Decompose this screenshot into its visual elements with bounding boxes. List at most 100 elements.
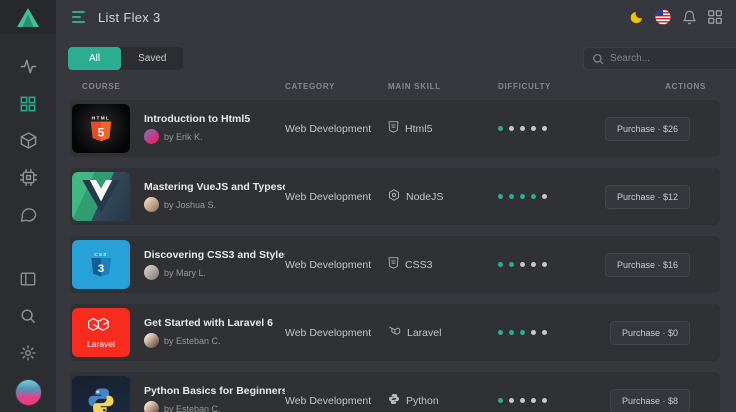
dark-mode-moon-icon[interactable] [629, 9, 645, 25]
difficulty-dot [498, 330, 503, 335]
search-icon [593, 53, 604, 64]
laravel-icon [388, 324, 401, 342]
triangle-logo-icon [17, 7, 39, 27]
difficulty-dot [542, 330, 547, 335]
sidebar-item-activity[interactable] [10, 48, 46, 85]
difficulty-cell [498, 194, 605, 199]
sidebar-item-system[interactable] [10, 159, 46, 196]
app-logo[interactable] [0, 0, 56, 34]
difficulty-dot [509, 126, 514, 131]
course-cell: HTML 5 Introduction to Html5 by Erik K. [70, 104, 285, 153]
column-header-difficulty: DIFFICULTY [498, 82, 552, 91]
category-cell: Web Development [285, 190, 372, 203]
difficulty-dot [498, 398, 503, 403]
author-name: by Erik K. [164, 131, 203, 142]
skill-cell: Laravel [388, 324, 498, 342]
cpu-icon [19, 169, 37, 186]
layout-panel-icon [20, 272, 36, 285]
difficulty-dot [531, 262, 536, 267]
course-title: Get Started with Laravel 6 [144, 317, 273, 329]
apps-grid-icon[interactable] [707, 9, 723, 25]
difficulty-dot [542, 194, 547, 199]
search-box[interactable] [583, 47, 736, 70]
search-input[interactable] [610, 53, 731, 64]
svg-text:CSS: CSS [94, 251, 107, 256]
tab-saved[interactable]: Saved [121, 47, 183, 70]
course-meta: Python Basics for Beginners by Esteban C. [144, 385, 285, 412]
difficulty-dot [520, 194, 525, 199]
course-thumbnail: Laravel [72, 308, 130, 357]
sidebar-item-settings[interactable] [10, 334, 46, 371]
skill-cell: Html5 [388, 120, 498, 138]
skill-name: Html5 [405, 122, 433, 135]
course-thumbnail [72, 376, 130, 412]
difficulty-cell [498, 398, 605, 403]
purchase-button[interactable]: Purchase · $12 [605, 184, 691, 209]
topbar-icons [629, 9, 723, 25]
author-avatar [144, 265, 159, 280]
sidebar-item-search[interactable] [10, 297, 46, 334]
course-cell: Python Basics for Beginners by Esteban C. [70, 376, 285, 412]
course-thumbnail: HTML 5 [72, 104, 130, 153]
difficulty-dot [531, 194, 536, 199]
sidebar-item-layout[interactable] [10, 260, 46, 297]
table-body: HTML 5 Introduction to Html5 by Erik K. Web … [70, 100, 721, 412]
author-name: by Esteban C. [164, 335, 221, 346]
skill-cell: Python [388, 392, 498, 410]
course-meta: Mastering VueJS and Typescript by Joshua … [144, 181, 285, 212]
notifications-bell-icon[interactable] [681, 9, 697, 25]
category-cell: Web Development [285, 258, 372, 271]
difficulty-dot [498, 194, 503, 199]
topbar: List Flex 3 [56, 0, 736, 34]
sidebar-item-packages[interactable] [10, 122, 46, 159]
difficulty-dot [509, 330, 514, 335]
purchase-button[interactable]: Purchase · $8 [610, 388, 691, 412]
difficulty-cell [498, 262, 605, 267]
difficulty-dot [520, 262, 525, 267]
column-header-course: COURSE [82, 82, 121, 91]
toolbar: All Saved [56, 34, 736, 77]
svg-text:3: 3 [98, 263, 104, 275]
sidebar-item-messages[interactable] [10, 196, 46, 233]
python-icon [388, 392, 400, 410]
thumbnail-label: Laravel [87, 339, 115, 349]
author-line: by Mary L. [144, 265, 285, 280]
skill-name: CSS3 [405, 258, 433, 271]
course-title: Mastering VueJS and Typescript [144, 181, 285, 193]
gear-icon [20, 344, 36, 361]
sidebar-item-dashboard[interactable] [10, 85, 46, 122]
courses-table: COURSE CATEGORY MAIN SKILL DIFFICULTY AC… [70, 77, 721, 412]
course-title: Introduction to Html5 [144, 113, 251, 125]
difficulty-dot [542, 262, 547, 267]
author-avatar [144, 333, 159, 348]
author-name: by Esteban C. [164, 403, 221, 412]
table-row[interactable]: CSS 3 Discovering CSS3 and Stylesheets by M… [70, 236, 721, 293]
course-meta: Discovering CSS3 and Stylesheets by Mary … [144, 249, 285, 280]
purchase-button[interactable]: Purchase · $16 [605, 252, 691, 277]
skill-cell: NodeJS [388, 188, 498, 206]
author-avatar [144, 197, 159, 212]
action-cell: Purchase · $0 [605, 320, 720, 345]
table-row[interactable]: Mastering VueJS and Typescript by Joshua … [70, 168, 721, 225]
table-row[interactable]: HTML 5 Introduction to Html5 by Erik K. Web … [70, 100, 721, 157]
skill-cell: CSS3 [388, 256, 498, 274]
table-row[interactable]: Python Basics for Beginners by Esteban C.… [70, 372, 721, 412]
category-cell: Web Development [285, 122, 372, 135]
table-row[interactable]: Laravel Get Started with Laravel 6 by Este… [70, 304, 721, 361]
course-cell: CSS 3 Discovering CSS3 and Stylesheets by M… [70, 240, 285, 289]
course-title: Discovering CSS3 and Stylesheets [144, 249, 285, 261]
purchase-button[interactable]: Purchase · $26 [605, 116, 691, 141]
course-thumbnail: CSS 3 [72, 240, 130, 289]
language-flag-icon[interactable] [655, 9, 671, 25]
user-avatar[interactable] [14, 379, 42, 406]
difficulty-dot [498, 126, 503, 131]
tab-all[interactable]: All [68, 47, 122, 70]
box-icon [20, 132, 36, 149]
sidebar-nav-top [10, 48, 46, 233]
chat-bubble-icon [20, 208, 36, 222]
purchase-button[interactable]: Purchase · $0 [610, 320, 691, 345]
dashboard-grid-icon [20, 96, 36, 111]
difficulty-dot [531, 126, 536, 131]
menu-toggle-icon[interactable] [72, 11, 85, 23]
course-cell: Laravel Get Started with Laravel 6 by Este… [70, 308, 285, 357]
